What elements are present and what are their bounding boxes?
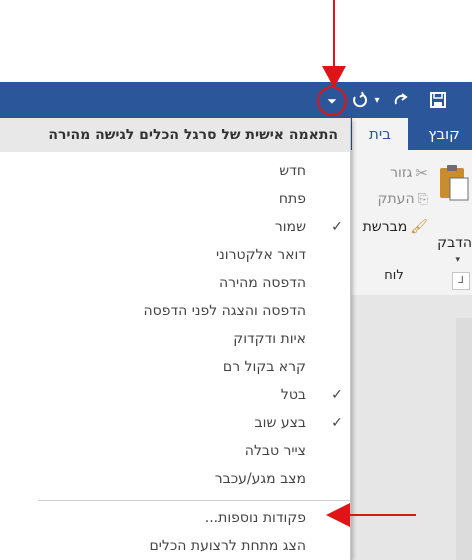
customize-qat-button[interactable]: ⏷	[317, 86, 347, 116]
menu-item-open[interactable]: פתח	[0, 185, 350, 213]
check-icon: ✓	[331, 415, 343, 431]
menu-separator	[38, 500, 350, 501]
copy-button[interactable]: ⎘ העתק	[356, 189, 428, 209]
menu-item-read-aloud[interactable]: קרא בקול רם	[0, 353, 350, 381]
redo-icon[interactable]	[384, 82, 418, 118]
menu-item-more-commands[interactable]: פקודות נוספות...	[0, 504, 350, 532]
menu-item-undo[interactable]: בטל	[0, 381, 350, 409]
undo-icon[interactable]	[348, 82, 372, 118]
menu-item-show-below-ribbon[interactable]: הצג מתחת לרצועת הכלים	[0, 532, 350, 560]
menu-item-redo[interactable]: בצע שוב	[0, 409, 350, 437]
chevron-down-icon[interactable]: ▾	[448, 255, 460, 265]
chevron-down-icon: ⏷	[327, 93, 337, 108]
menu-item-touch-mode[interactable]: מצב מגע/עכבר	[0, 465, 350, 493]
menu-header: התאמה אישית של סרגל הכלים לגישה מהירה	[0, 118, 350, 152]
menu-item-new[interactable]: חדש	[0, 157, 350, 185]
menu-item-quick-print[interactable]: הדפסה מהירה	[0, 269, 350, 297]
tab-home[interactable]: בית	[352, 118, 408, 150]
arrow-down-icon	[322, 0, 346, 88]
paintbrush-icon: 🖌	[410, 219, 428, 235]
group-label-clipboard: לוח	[384, 268, 404, 283]
tab-file[interactable]: קובץ	[416, 118, 472, 150]
paste-button[interactable]: הדבק	[428, 235, 472, 251]
tab-stop-selector[interactable]: ⅃	[452, 272, 470, 290]
menu-item-save[interactable]: שמור	[0, 213, 350, 241]
check-icon: ✓	[331, 387, 343, 403]
save-icon[interactable]	[420, 82, 456, 118]
copy-icon: ⎘	[417, 191, 428, 207]
menu-item-email[interactable]: דואר אלקטרוני	[0, 241, 350, 269]
scissors-icon: ✂	[415, 164, 428, 182]
format-painter-button[interactable]: 🖌 מברשת	[350, 216, 428, 238]
copy-label: העתק	[377, 191, 415, 207]
vertical-ruler	[456, 318, 472, 560]
cut-label: גזור	[390, 165, 413, 181]
format-painter-label: מברשת	[362, 219, 408, 235]
menu-item-print-preview[interactable]: הדפסה והצגה לפני הדפסה	[0, 297, 350, 325]
check-icon: ✓	[331, 219, 343, 235]
menu-item-draw-table[interactable]: צייר טבלה	[0, 437, 350, 465]
menu-item-spelling[interactable]: איות ודקדוק	[0, 325, 350, 353]
cut-button[interactable]: ✂ גזור	[356, 163, 428, 183]
undo-dropdown-icon[interactable]: ▾	[370, 82, 384, 118]
arrow-left-icon	[326, 501, 416, 529]
paste-icon[interactable]	[436, 162, 470, 206]
